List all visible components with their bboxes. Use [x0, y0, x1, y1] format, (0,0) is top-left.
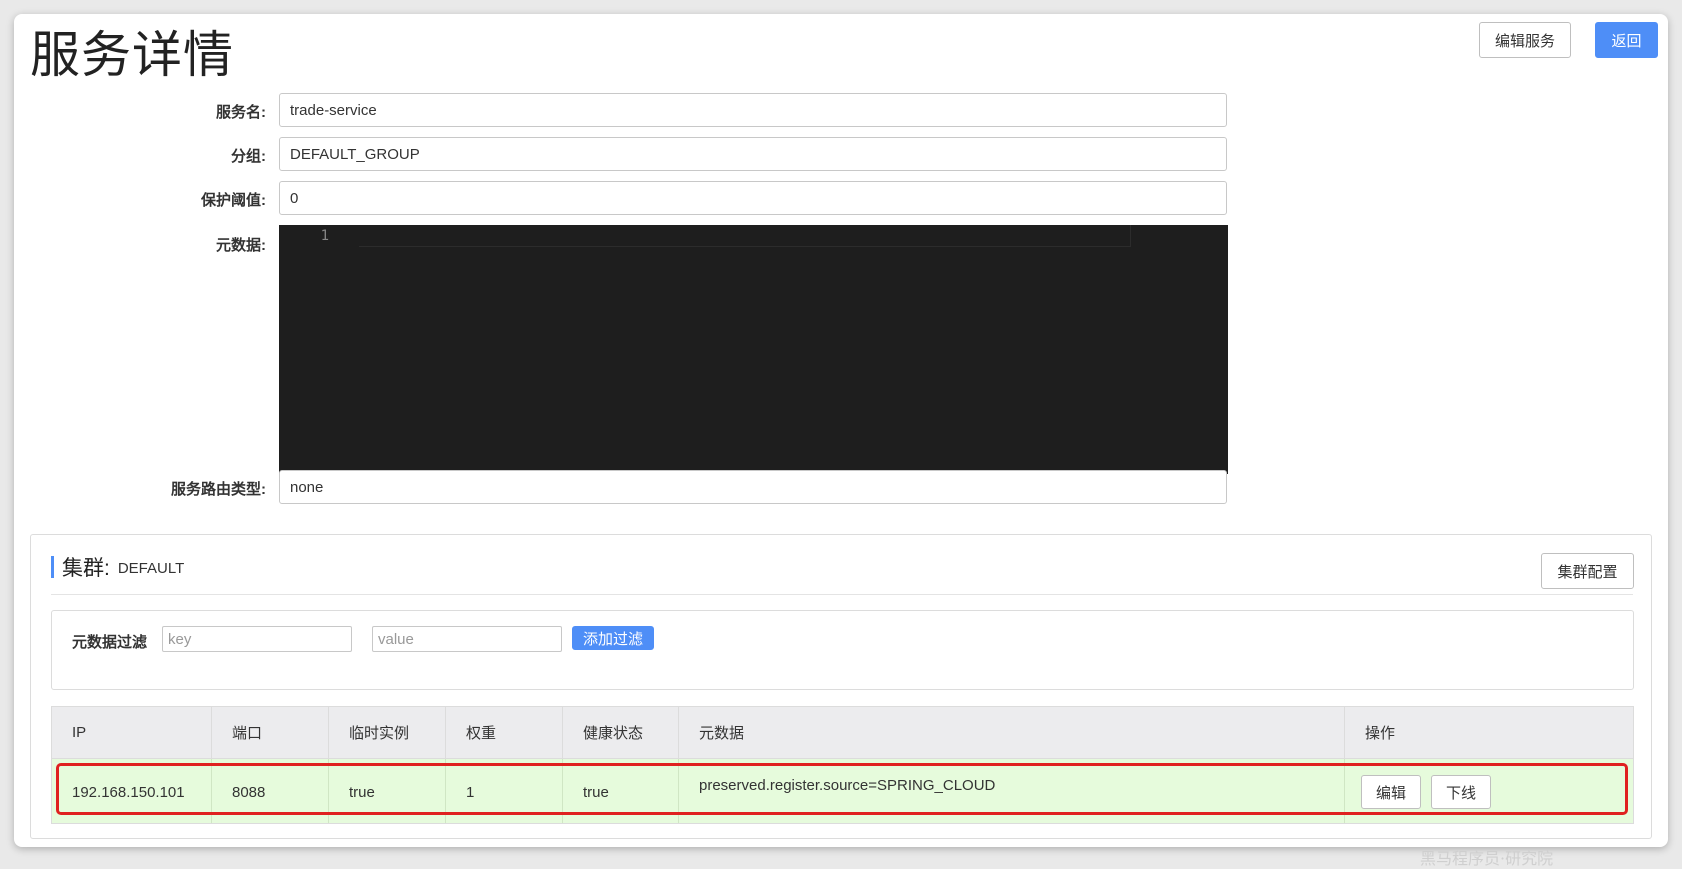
service-name-label: 服务名: — [216, 104, 266, 121]
header-metadata: 元数据 — [679, 707, 1345, 758]
cluster-divider — [51, 594, 1633, 595]
back-button[interactable]: 返回 — [1595, 22, 1658, 58]
cluster-name: DEFAULT — [117, 559, 185, 577]
header-actions: 操作 — [1365, 725, 1396, 742]
table-header: IP 端口 临时实例 权重 健康状态 元数据 操作 — [52, 707, 1633, 759]
offline-instance-button[interactable]: 下线 — [1431, 775, 1491, 809]
table-row: 192.168.150.101 8088 true 1 true preserv… — [52, 759, 1633, 823]
cell-actions: 编辑 下线 — [1345, 759, 1633, 823]
page-title: 服务详情 — [30, 27, 234, 83]
header-weight: 权重 — [446, 707, 563, 758]
service-name-input[interactable] — [279, 93, 1227, 127]
cluster-title: 集群: — [62, 557, 110, 580]
cell-ip: 192.168.150.101 — [52, 759, 212, 823]
cell-ephemeral: true — [329, 759, 446, 823]
cluster-header: 集群: DEFAULT — [51, 553, 184, 581]
cell-port: 8088 — [212, 759, 329, 823]
header-ephemeral: 临时实例 — [329, 707, 446, 758]
watermark: 黑马程序员·研究院 — [1420, 849, 1554, 868]
service-detail-card: 服务详情 编辑服务 返回 服务名: 分组: 保护阈值: 元数据: 1 服务路由类… — [14, 14, 1668, 847]
cell-metadata: preserved.register.source=SPRING_CLOUD — [679, 759, 1345, 823]
header-health: 健康状态 — [563, 707, 679, 758]
metadata-filter-box: 元数据过滤 添加过滤 — [51, 610, 1634, 690]
editor-line-number: 1 — [320, 228, 329, 244]
add-filter-button[interactable]: 添加过滤 — [572, 626, 654, 650]
cell-weight: 1 — [446, 759, 563, 823]
filter-value-input[interactable] — [372, 626, 562, 652]
cell-healthy: true — [563, 759, 679, 823]
cluster-panel: 集群: DEFAULT 集群配置 元数据过滤 添加过滤 IP 端口 临时实例 权… — [30, 534, 1652, 839]
route-type-label: 服务路由类型: — [171, 481, 266, 498]
instance-table: IP 端口 临时实例 权重 健康状态 元数据 操作 192.168.150.10… — [51, 706, 1634, 824]
metadata-filter-label: 元数据过滤 — [72, 634, 148, 651]
route-type-input[interactable] — [279, 470, 1227, 504]
header-ip: IP — [52, 707, 212, 758]
editor-current-line[interactable] — [359, 225, 1131, 247]
cluster-accent-bar — [51, 556, 54, 578]
filter-key-input[interactable] — [162, 626, 352, 652]
edit-instance-button[interactable]: 编辑 — [1361, 775, 1421, 809]
protect-threshold-input[interactable] — [279, 181, 1227, 215]
metadata-label: 元数据: — [216, 237, 266, 254]
protect-threshold-label: 保护阈值: — [201, 192, 266, 209]
metadata-code-editor[interactable]: 1 — [279, 225, 1228, 474]
header-port: 端口 — [212, 707, 329, 758]
cluster-config-button[interactable]: 集群配置 — [1541, 553, 1634, 589]
group-label: 分组: — [231, 148, 266, 165]
group-input[interactable] — [279, 137, 1227, 171]
edit-service-button[interactable]: 编辑服务 — [1479, 22, 1571, 58]
